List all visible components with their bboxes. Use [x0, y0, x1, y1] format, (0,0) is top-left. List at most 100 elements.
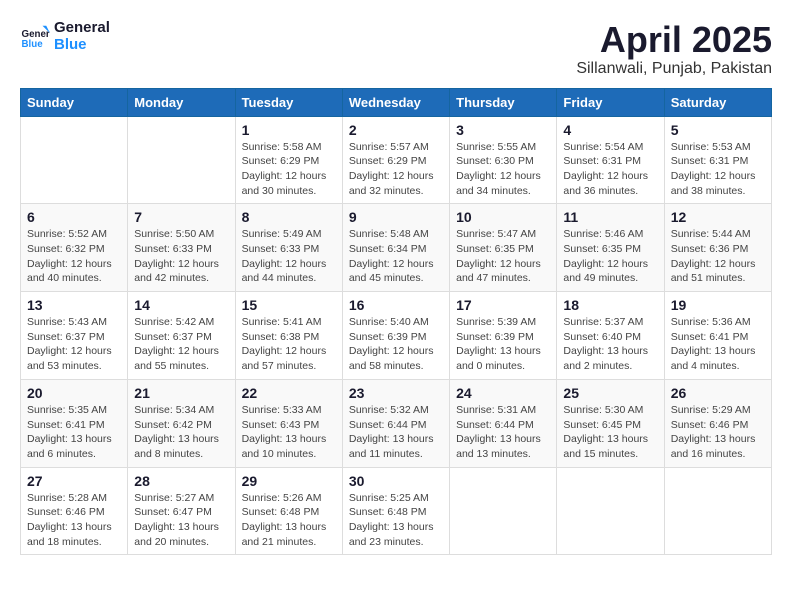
calendar-cell: 16 Sunrise: 5:40 AM Sunset: 6:39 PM Dayli… [342, 292, 449, 380]
calendar-week-row: 20 Sunrise: 5:35 AM Sunset: 6:41 PM Dayli… [21, 379, 772, 467]
day-number: 15 [242, 297, 336, 313]
calendar-cell: 2Sunrise: 5:57 AM Sunset: 6:29 PM Daylig… [342, 116, 449, 204]
day-number: 3 [456, 122, 550, 138]
calendar-cell: 20 Sunrise: 5:35 AM Sunset: 6:41 PM Dayli… [21, 379, 128, 467]
day-number: 13 [27, 297, 121, 313]
calendar-cell [128, 116, 235, 204]
day-info: Sunrise: 5:44 AM Sunset: 6:36 PM Dayligh… [671, 227, 765, 286]
day-number: 2 [349, 122, 443, 138]
calendar-cell: 4 Sunrise: 5:54 AM Sunset: 6:31 PM Daylig… [557, 116, 664, 204]
day-info: Sunrise: 5:40 AM Sunset: 6:39 PM Dayligh… [349, 315, 443, 374]
weekday-header-friday: Friday [557, 88, 664, 116]
calendar-cell: 24Sunrise: 5:31 AM Sunset: 6:44 PM Dayli… [450, 379, 557, 467]
logo: General Blue General Blue [20, 20, 110, 53]
calendar: SundayMondayTuesdayWednesdayThursdayFrid… [20, 88, 772, 556]
day-number: 23 [349, 385, 443, 401]
day-info: Sunrise: 5:27 AM Sunset: 6:47 PM Dayligh… [134, 491, 228, 550]
calendar-week-row: 6 Sunrise: 5:52 AM Sunset: 6:32 PM Daylig… [21, 204, 772, 292]
day-info: Sunrise: 5:32 AM Sunset: 6:44 PM Dayligh… [349, 403, 443, 462]
calendar-cell [664, 467, 771, 555]
calendar-cell: 1 Sunrise: 5:58 AM Sunset: 6:29 PM Daylig… [235, 116, 342, 204]
day-number: 30 [349, 473, 443, 489]
day-info: Sunrise: 5:49 AM Sunset: 6:33 PM Dayligh… [242, 227, 336, 286]
day-number: 9 [349, 209, 443, 225]
day-info: Sunrise: 5:52 AM Sunset: 6:32 PM Dayligh… [27, 227, 121, 286]
day-info: Sunrise: 5:46 AM Sunset: 6:35 PM Dayligh… [563, 227, 657, 286]
day-info: Sunrise: 5:54 AM Sunset: 6:31 PM Dayligh… [563, 140, 657, 199]
day-number: 26 [671, 385, 765, 401]
day-number: 20 [27, 385, 121, 401]
day-number: 10 [456, 209, 550, 225]
day-info: Sunrise: 5:58 AM Sunset: 6:29 PM Dayligh… [242, 140, 336, 199]
day-info: Sunrise: 5:43 AM Sunset: 6:37 PM Dayligh… [27, 315, 121, 374]
day-number: 28 [134, 473, 228, 489]
calendar-cell: 26 Sunrise: 5:29 AM Sunset: 6:46 PM Dayli… [664, 379, 771, 467]
day-info: Sunrise: 5:42 AM Sunset: 6:37 PM Dayligh… [134, 315, 228, 374]
calendar-cell: 9Sunrise: 5:48 AM Sunset: 6:34 PM Daylig… [342, 204, 449, 292]
calendar-cell: 22Sunrise: 5:33 AM Sunset: 6:43 PM Dayli… [235, 379, 342, 467]
calendar-cell: 7Sunrise: 5:50 AM Sunset: 6:33 PM Daylig… [128, 204, 235, 292]
day-number: 1 [242, 122, 336, 138]
weekday-header-thursday: Thursday [450, 88, 557, 116]
calendar-cell [21, 116, 128, 204]
day-number: 7 [134, 209, 228, 225]
day-number: 27 [27, 473, 121, 489]
calendar-cell: 5 Sunrise: 5:53 AM Sunset: 6:31 PM Daylig… [664, 116, 771, 204]
day-info: Sunrise: 5:29 AM Sunset: 6:46 PM Dayligh… [671, 403, 765, 462]
calendar-cell [557, 467, 664, 555]
calendar-cell: 29Sunrise: 5:26 AM Sunset: 6:48 PM Dayli… [235, 467, 342, 555]
calendar-cell: 13 Sunrise: 5:43 AM Sunset: 6:37 PM Dayli… [21, 292, 128, 380]
calendar-cell: 30 Sunrise: 5:25 AM Sunset: 6:48 PM Dayli… [342, 467, 449, 555]
weekday-header-row: SundayMondayTuesdayWednesdayThursdayFrid… [21, 88, 772, 116]
day-number: 21 [134, 385, 228, 401]
day-number: 14 [134, 297, 228, 313]
logo-icon: General Blue [20, 22, 50, 52]
logo-blue: Blue [54, 37, 110, 54]
day-number: 5 [671, 122, 765, 138]
weekday-header-saturday: Saturday [664, 88, 771, 116]
calendar-week-row: 13 Sunrise: 5:43 AM Sunset: 6:37 PM Dayli… [21, 292, 772, 380]
day-number: 25 [563, 385, 657, 401]
day-info: Sunrise: 5:37 AM Sunset: 6:40 PM Dayligh… [563, 315, 657, 374]
day-info: Sunrise: 5:55 AM Sunset: 6:30 PM Dayligh… [456, 140, 550, 199]
month-title: April 2025 [576, 20, 772, 60]
calendar-cell: 27Sunrise: 5:28 AM Sunset: 6:46 PM Dayli… [21, 467, 128, 555]
day-number: 8 [242, 209, 336, 225]
calendar-cell [450, 467, 557, 555]
calendar-cell: 25Sunrise: 5:30 AM Sunset: 6:45 PM Dayli… [557, 379, 664, 467]
day-info: Sunrise: 5:34 AM Sunset: 6:42 PM Dayligh… [134, 403, 228, 462]
day-number: 6 [27, 209, 121, 225]
calendar-week-row: 27Sunrise: 5:28 AM Sunset: 6:46 PM Dayli… [21, 467, 772, 555]
day-number: 16 [349, 297, 443, 313]
calendar-cell: 6 Sunrise: 5:52 AM Sunset: 6:32 PM Daylig… [21, 204, 128, 292]
header: General Blue General Blue April 2025 Sil… [20, 20, 772, 78]
day-info: Sunrise: 5:31 AM Sunset: 6:44 PM Dayligh… [456, 403, 550, 462]
location-title: Sillanwali, Punjab, Pakistan [576, 60, 772, 78]
logo-general: General [54, 20, 110, 37]
calendar-cell: 18Sunrise: 5:37 AM Sunset: 6:40 PM Dayli… [557, 292, 664, 380]
svg-text:Blue: Blue [22, 38, 44, 49]
calendar-cell: 14 Sunrise: 5:42 AM Sunset: 6:37 PM Dayli… [128, 292, 235, 380]
weekday-header-sunday: Sunday [21, 88, 128, 116]
day-info: Sunrise: 5:53 AM Sunset: 6:31 PM Dayligh… [671, 140, 765, 199]
calendar-cell: 8 Sunrise: 5:49 AM Sunset: 6:33 PM Daylig… [235, 204, 342, 292]
day-info: Sunrise: 5:47 AM Sunset: 6:35 PM Dayligh… [456, 227, 550, 286]
day-number: 17 [456, 297, 550, 313]
weekday-header-monday: Monday [128, 88, 235, 116]
calendar-cell: 11Sunrise: 5:46 AM Sunset: 6:35 PM Dayli… [557, 204, 664, 292]
calendar-cell: 15Sunrise: 5:41 AM Sunset: 6:38 PM Dayli… [235, 292, 342, 380]
day-info: Sunrise: 5:25 AM Sunset: 6:48 PM Dayligh… [349, 491, 443, 550]
calendar-week-row: 1 Sunrise: 5:58 AM Sunset: 6:29 PM Daylig… [21, 116, 772, 204]
day-info: Sunrise: 5:39 AM Sunset: 6:39 PM Dayligh… [456, 315, 550, 374]
calendar-cell: 28 Sunrise: 5:27 AM Sunset: 6:47 PM Dayli… [128, 467, 235, 555]
day-number: 12 [671, 209, 765, 225]
day-info: Sunrise: 5:36 AM Sunset: 6:41 PM Dayligh… [671, 315, 765, 374]
weekday-header-wednesday: Wednesday [342, 88, 449, 116]
calendar-cell: 10 Sunrise: 5:47 AM Sunset: 6:35 PM Dayli… [450, 204, 557, 292]
calendar-cell: 19Sunrise: 5:36 AM Sunset: 6:41 PM Dayli… [664, 292, 771, 380]
day-number: 4 [563, 122, 657, 138]
calendar-cell: 23 Sunrise: 5:32 AM Sunset: 6:44 PM Dayli… [342, 379, 449, 467]
day-number: 22 [242, 385, 336, 401]
day-info: Sunrise: 5:35 AM Sunset: 6:41 PM Dayligh… [27, 403, 121, 462]
calendar-cell: 21 Sunrise: 5:34 AM Sunset: 6:42 PM Dayli… [128, 379, 235, 467]
